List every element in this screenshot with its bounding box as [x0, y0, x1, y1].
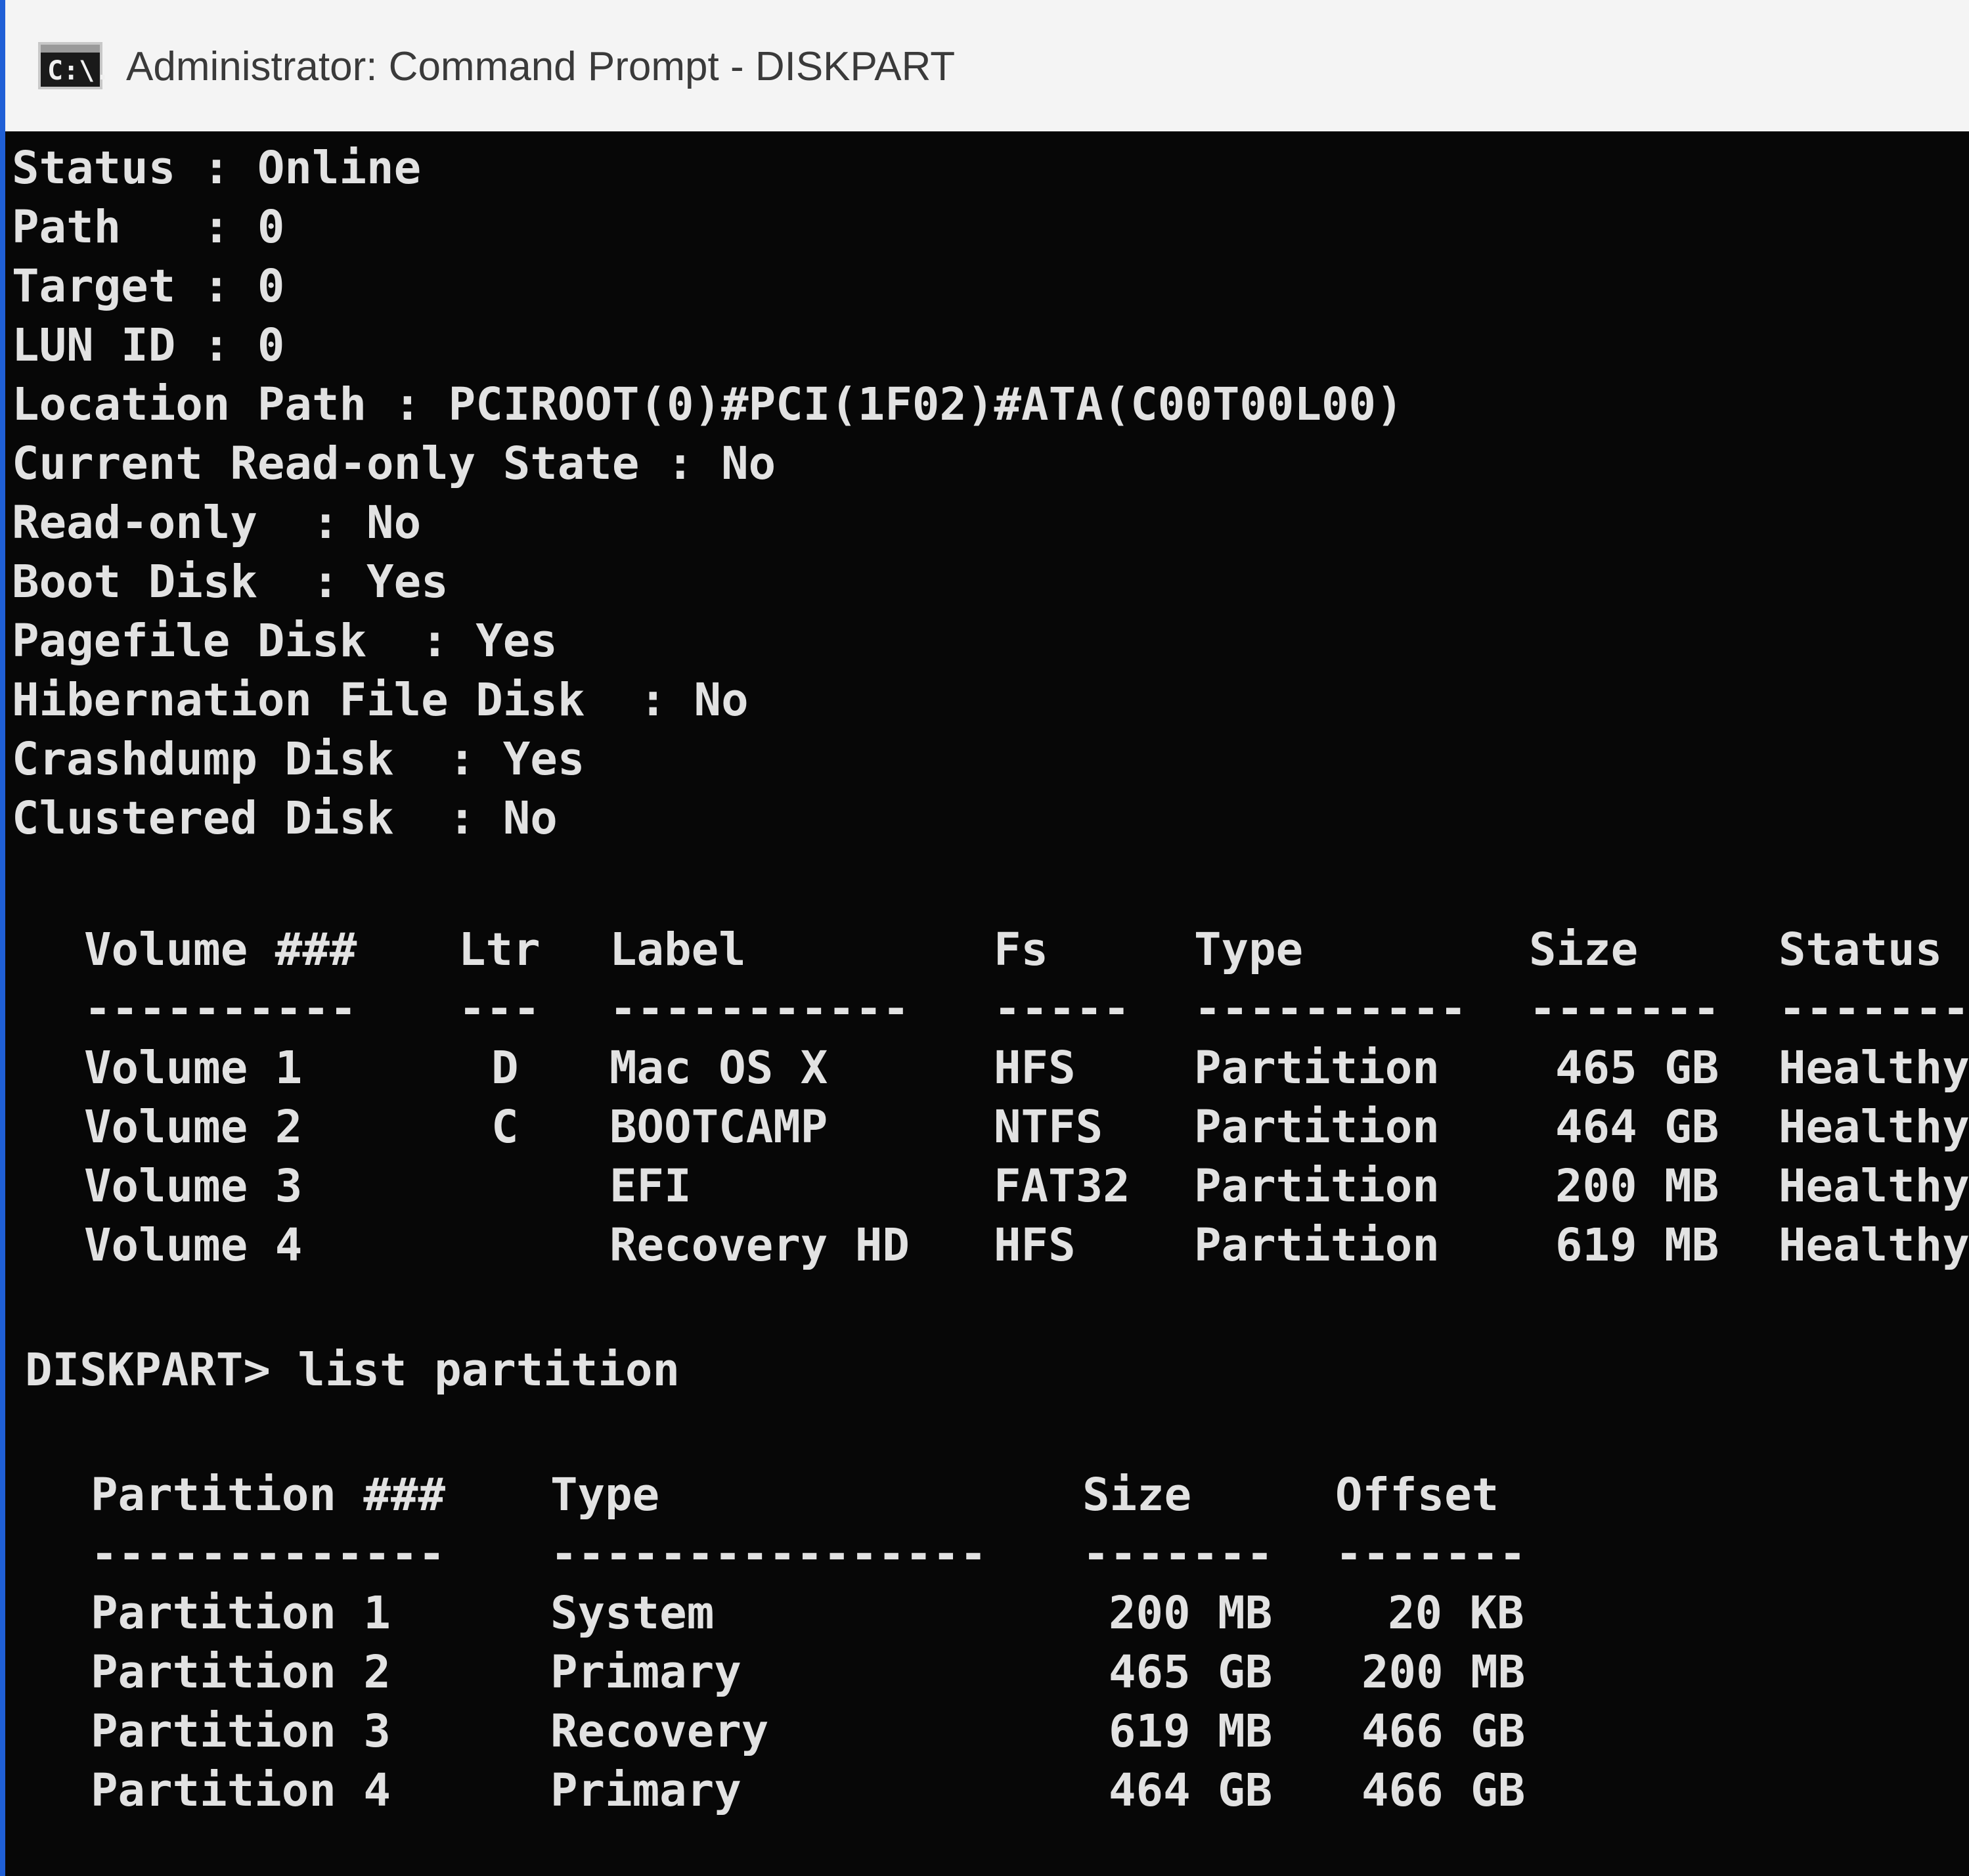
volume-cell-fs: HFS	[994, 1042, 1076, 1094]
partition-sep-partition: -------------	[91, 1528, 446, 1580]
volume-row: Volume 2 C BOOTCAMP NTFS Partition 464 G…	[12, 1097, 1969, 1157]
partition-table-header: Partition ### Type Size Offset	[12, 1465, 1499, 1525]
volume-table-header: Volume ### Ltr Label Fs Type Size Status	[12, 920, 1942, 980]
partition-row: Partition 2 Primary 465 GB 200 MB	[12, 1642, 1525, 1703]
volume-sep-volume: ----------	[84, 983, 357, 1035]
partition-row: Partition 3 Recovery 619 MB 466 GB	[12, 1701, 1525, 1762]
volume-cell-size: 465 GB	[1555, 1042, 1719, 1094]
partition-cell-size: 465 GB	[1109, 1646, 1273, 1699]
partition-cell-offset: 466 GB	[1361, 1764, 1526, 1817]
partition-sep-offset: -------	[1335, 1528, 1526, 1580]
partition-cell-name: Partition 2	[91, 1646, 391, 1699]
info-line-path: Path : 0	[12, 201, 285, 254]
partition-cell-type: System	[550, 1587, 715, 1640]
partition-cell-size: 619 MB	[1109, 1705, 1273, 1758]
volume-header-volume: Volume ###	[84, 924, 357, 976]
volume-table-separator: ---------- --- ----------- ----- -------…	[12, 979, 1969, 1039]
partition-sep-type: ----------------	[550, 1528, 987, 1580]
volume-cell-name: Volume 2	[84, 1101, 303, 1153]
cmd-icon-glyph: C:\.	[47, 56, 111, 86]
volume-header-label: Label	[609, 924, 746, 976]
volume-cell-fs: HFS	[994, 1219, 1076, 1272]
volume-cell-fs: NTFS	[994, 1101, 1103, 1153]
command-prompt-window: C:\. Administrator: Command Prompt - DIS…	[0, 0, 1969, 1876]
volume-cell-ltr: C	[491, 1101, 519, 1153]
partition-cell-size: 200 MB	[1109, 1587, 1273, 1640]
info-line-lun-id: LUN ID : 0	[12, 319, 285, 372]
volume-sep-ltr: ---	[458, 983, 541, 1035]
partition-cell-type: Primary	[550, 1646, 741, 1699]
partition-row: Partition 1 System 200 MB 20 KB	[12, 1583, 1524, 1643]
info-line-pagefile-disk: Pagefile Disk : Yes	[12, 615, 558, 667]
volume-cell-type: Partition	[1194, 1160, 1440, 1213]
volume-row: Volume 3 EFI FAT32 Partition 200 MB Heal…	[12, 1156, 1969, 1217]
info-line-target: Target : 0	[12, 260, 285, 313]
partition-sep-size: -------	[1082, 1528, 1273, 1580]
volume-cell-size: 619 MB	[1555, 1219, 1719, 1272]
info-line-status: Status : Online	[12, 142, 422, 194]
volume-cell-type: Partition	[1194, 1042, 1440, 1094]
volume-cell-label: BOOTCAMP	[609, 1101, 828, 1153]
volume-cell-name: Volume 1	[84, 1042, 303, 1094]
partition-cell-offset: 466 GB	[1361, 1705, 1526, 1758]
command-line: DISKPART> list partition	[25, 1344, 680, 1396]
volume-cell-label: EFI	[609, 1160, 692, 1213]
partition-header-offset: Offset	[1335, 1469, 1499, 1521]
partition-cell-size: 464 GB	[1109, 1764, 1273, 1817]
volume-header-ltr: Ltr	[458, 924, 541, 976]
info-line-location-path: Location Path : PCIROOT(0)#PCI(1F02)#ATA…	[12, 378, 1404, 431]
volume-cell-name: Volume 3	[84, 1160, 303, 1213]
volume-sep-label: -----------	[609, 983, 910, 1035]
cmd-icon[interactable]: C:\.	[38, 42, 110, 89]
console-output[interactable]: Status : Online Path : 0 Target : 0 LUN …	[12, 131, 1969, 1865]
volume-header-type: Type	[1194, 924, 1304, 976]
volume-cell-name: Volume 4	[84, 1219, 303, 1272]
volume-cell-status: Healthy	[1779, 1219, 1969, 1272]
partition-table-separator: ------------- ---------------- ------- -…	[12, 1524, 1526, 1584]
volume-header-status: Status	[1779, 924, 1943, 976]
info-line-hibernation-disk: Hibernation File Disk : No	[12, 674, 749, 726]
volume-sep-type: ----------	[1194, 983, 1467, 1035]
info-line-current-read-only: Current Read-only State : No	[12, 437, 776, 490]
volume-sep-status: ---------	[1779, 983, 1969, 1035]
partition-cell-name: Partition 1	[91, 1587, 391, 1640]
volume-cell-fs: FAT32	[994, 1160, 1130, 1213]
volume-cell-label: Recovery HD	[609, 1219, 910, 1272]
volume-cell-type: Partition	[1194, 1219, 1440, 1272]
info-line-boot-disk: Boot Disk : Yes	[12, 556, 449, 608]
partition-cell-offset: 200 MB	[1361, 1646, 1526, 1699]
volume-row: Volume 1 D Mac OS X HFS Partition 465 GB…	[12, 1038, 1969, 1098]
info-line-crashdump-disk: Crashdump Disk : Yes	[12, 733, 585, 786]
info-line-read-only: Read-only : No	[12, 497, 422, 549]
partition-cell-offset: 20 KB	[1388, 1587, 1524, 1640]
partition-row: Partition 4 Primary 464 GB 466 GB	[12, 1760, 1525, 1821]
volume-row: Volume 4 Recovery HD HFS Partition 619 M…	[12, 1215, 1969, 1276]
volume-cell-size: 464 GB	[1555, 1101, 1719, 1153]
volume-sep-fs: -----	[994, 983, 1130, 1035]
info-line-clustered-disk: Clustered Disk : No	[12, 792, 558, 845]
partition-cell-name: Partition 3	[91, 1705, 391, 1758]
volume-header-fs: Fs	[994, 924, 1049, 976]
volume-cell-status: Healthy	[1779, 1042, 1969, 1094]
partition-header-size: Size	[1082, 1469, 1192, 1521]
volume-cell-status: Healthy	[1779, 1160, 1969, 1213]
partition-header-type: Type	[550, 1469, 660, 1521]
window-title: Administrator: Command Prompt - DISKPART	[126, 44, 956, 89]
volume-cell-label: Mac OS X	[609, 1042, 828, 1094]
volume-cell-ltr: D	[491, 1042, 519, 1094]
volume-sep-size: -------	[1529, 983, 1720, 1035]
volume-cell-size: 200 MB	[1555, 1160, 1719, 1213]
volume-header-size: Size	[1529, 924, 1639, 976]
partition-cell-type: Recovery	[550, 1705, 769, 1758]
partition-cell-type: Primary	[550, 1764, 741, 1817]
volume-cell-status: Healthy	[1779, 1101, 1969, 1153]
partition-cell-name: Partition 4	[91, 1764, 391, 1817]
partition-header-partition: Partition ###	[91, 1469, 446, 1521]
title-bar[interactable]: C:\. Administrator: Command Prompt - DIS…	[5, 0, 1969, 131]
volume-cell-type: Partition	[1194, 1101, 1440, 1153]
